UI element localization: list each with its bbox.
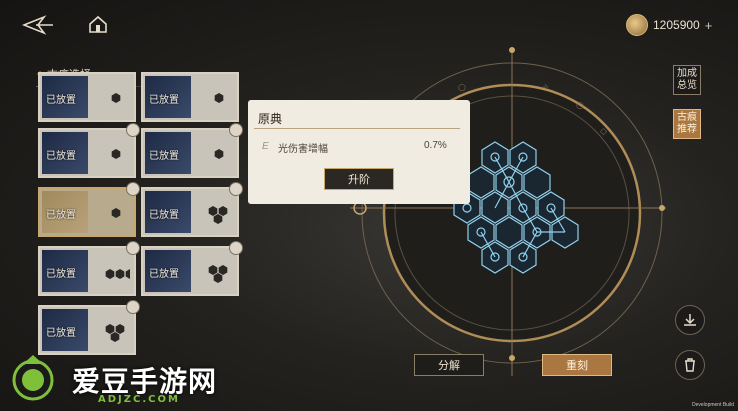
reforge-button[interactable]: 重刻 xyxy=(542,354,612,376)
slot-shape-icon xyxy=(111,149,121,159)
lock-ring-icon xyxy=(126,241,140,255)
slot-shape-icon xyxy=(111,208,121,218)
slot-shape-icon xyxy=(214,149,224,159)
placed-label: 已放置 xyxy=(149,269,179,280)
recommend-button[interactable]: 古痕推荐 xyxy=(673,109,701,139)
svg-text:◇: ◇ xyxy=(600,127,607,137)
engraving-detail-popup: 原典 Ε 光伤害增幅 0.7% 升阶 xyxy=(248,100,470,204)
placed-label: 已放置 xyxy=(46,269,76,280)
engraving-board: ◇○✧ ○◇✧ xyxy=(350,47,666,376)
stat-value: 0.7% xyxy=(424,140,447,151)
stat-name: 光伤害增幅 xyxy=(278,144,328,155)
engraving-card[interactable]: 已放置 xyxy=(141,182,243,237)
home-icon[interactable] xyxy=(88,14,108,34)
engraving-card[interactable]: 已放置 xyxy=(38,241,140,296)
slot-shape-icon xyxy=(105,324,125,342)
svg-text:✧: ✧ xyxy=(542,83,550,93)
lock-ring-icon xyxy=(229,123,243,137)
lock-ring-icon xyxy=(126,123,140,137)
upgrade-button[interactable]: 升阶 xyxy=(324,168,394,190)
svg-text:○: ○ xyxy=(458,83,466,93)
slot-shape-icon xyxy=(208,206,228,224)
slot-shape-icon xyxy=(208,265,228,283)
slot-shape-icon xyxy=(214,93,224,103)
delete-button[interactable] xyxy=(675,350,705,380)
add-currency-button[interactable]: + xyxy=(705,18,713,33)
coin-icon xyxy=(626,14,648,36)
trash-icon xyxy=(685,358,695,372)
lock-ring-icon xyxy=(229,241,243,255)
engraving-card[interactable]: 已放置 xyxy=(141,123,243,178)
placed-label: 已放置 xyxy=(149,95,179,106)
bonus-overview-button[interactable]: 加成总览 xyxy=(673,65,701,95)
engraving-card[interactable]: 已放置 xyxy=(38,123,140,178)
currency-amount: 1205900 xyxy=(653,18,700,32)
lock-ring-icon xyxy=(229,182,243,196)
placed-label: 已放置 xyxy=(46,95,76,106)
popup-divider xyxy=(254,128,460,129)
dismantle-button[interactable]: 分解 xyxy=(414,354,484,376)
stat-bullet-icon: Ε xyxy=(262,141,269,152)
save-button[interactable] xyxy=(675,305,705,335)
currency-display: 1205900 + xyxy=(626,14,712,36)
engraving-card[interactable]: 已放置 xyxy=(38,72,136,122)
placed-label: 已放置 xyxy=(149,210,179,221)
placed-label: 已放置 xyxy=(46,210,76,221)
dev-build-label: Development Build xyxy=(692,402,734,408)
lock-ring-icon xyxy=(126,182,140,196)
placed-label: 已放置 xyxy=(149,151,179,162)
svg-text:○: ○ xyxy=(576,101,584,111)
watermark-domain: ADJZC.COM xyxy=(98,394,180,405)
lock-ring-icon xyxy=(126,300,140,314)
slot-shape-icon xyxy=(105,269,130,279)
placed-label: 已放置 xyxy=(46,151,76,162)
back-arrow-icon[interactable] xyxy=(22,14,54,36)
watermark-logo-icon xyxy=(12,355,54,401)
popup-title: 原典 xyxy=(258,112,283,126)
engraving-card[interactable]: 已放置 xyxy=(38,182,140,237)
placed-label: 已放置 xyxy=(46,328,76,339)
engraving-card[interactable]: 已放置 xyxy=(38,300,140,355)
engraving-card[interactable]: 已放置 xyxy=(141,72,239,122)
slot-shape-icon xyxy=(111,93,121,103)
engraving-card[interactable]: 已放置 xyxy=(141,241,243,296)
download-icon xyxy=(684,314,696,326)
